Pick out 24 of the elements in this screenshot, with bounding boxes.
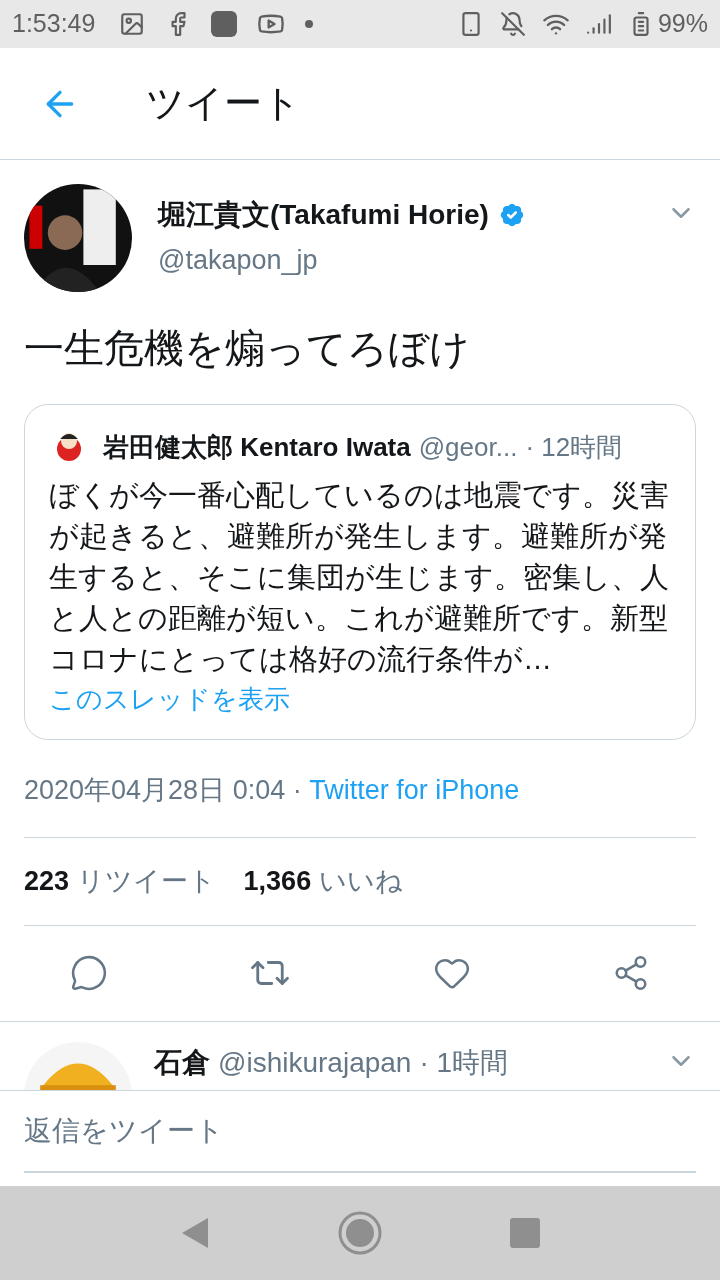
quoted-author-handle: @geor... xyxy=(418,430,518,464)
author-handle[interactable]: @takapon_jp xyxy=(158,240,527,281)
reply-icon[interactable] xyxy=(70,954,108,992)
quoted-text: ぼくが今一番心配しているのは地震です。災害が起きると、避難所が発生します。避難所が発生すると、そこに集団が生じます。密集し、人と人との距離が短い。これが避難所です。新型コロナにとっては格好の流行条件が… xyxy=(49,478,670,677)
quoted-time: · 12時間 xyxy=(525,430,623,464)
home-icon[interactable] xyxy=(338,1211,382,1255)
quoted-author-name: 岩田健太郎 Kentaro Iwata xyxy=(103,430,411,464)
reply-author-handle[interactable]: @ishikurajapan xyxy=(218,1041,412,1084)
reply-input[interactable]: 返信をツイート xyxy=(24,1091,696,1173)
signal-icon xyxy=(585,11,612,37)
reply-time: · 1時間 xyxy=(419,1045,509,1080)
stat-count[interactable]: 1,366 いいね xyxy=(243,860,403,902)
quoted-tweet[interactable]: 岩田健太郎 Kentaro Iwata @geor... · 12時間 ぼくが今一番心配しているのは地震です。災害が起きると、避難所が発生します。避難所が発生すると、そこに集団が生じます。密集し、人と人との距離が短い。これが避難所です。新型コロナにとっては格好の流行条件が… このスレッドを表示 xyxy=(24,404,696,740)
bell-off-icon xyxy=(499,11,526,37)
clock: 1:53:49 xyxy=(12,8,96,40)
battery-level: 99% xyxy=(657,8,708,40)
author-name[interactable]: 堀江貴文(Takafumi Horie) xyxy=(158,194,489,236)
stat-count[interactable]: 223 リツイート xyxy=(24,860,216,902)
image-icon xyxy=(119,11,146,37)
reply-author-name[interactable]: 石倉 xyxy=(154,1041,210,1084)
tweet-date: 2020年04月28日 0:04 · xyxy=(24,774,303,807)
tweet-text: 一生危機を煽ってろぼけ xyxy=(24,325,471,372)
back-icon[interactable] xyxy=(180,1216,210,1250)
page-title: ツイート xyxy=(146,81,301,126)
